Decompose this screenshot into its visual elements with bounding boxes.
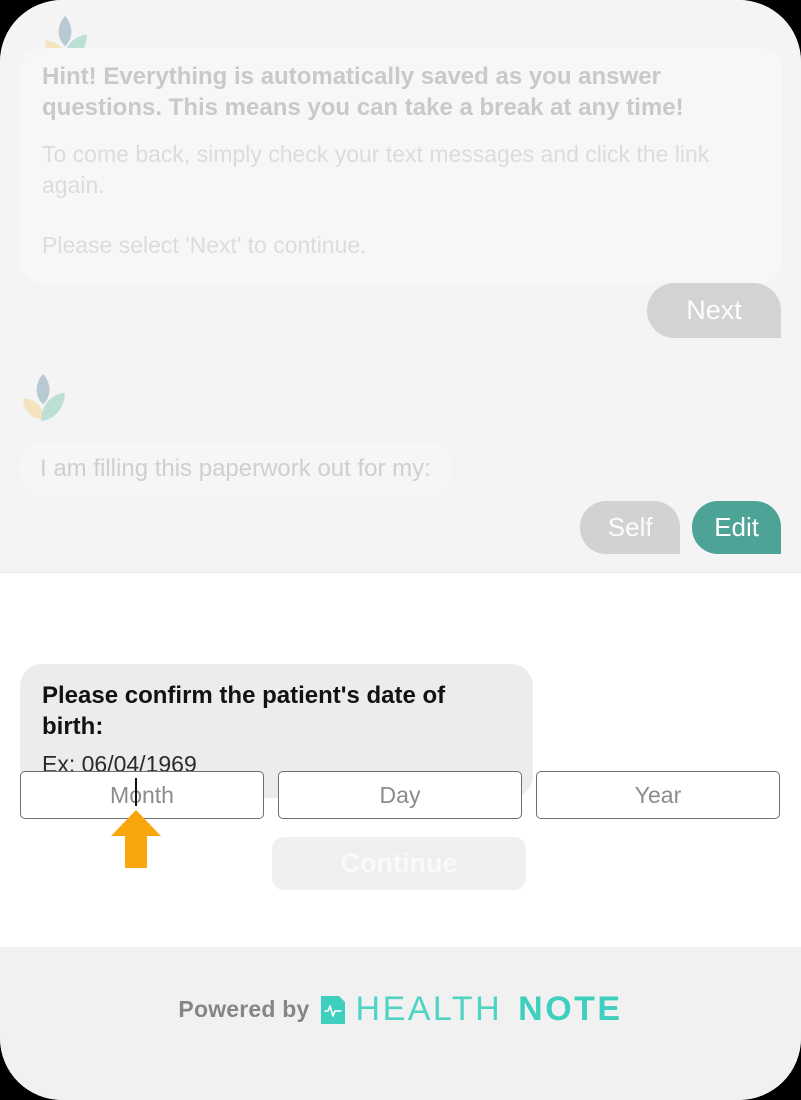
footer-branding: Powered by HEALTH NOTE: [0, 947, 801, 1100]
hint-spacer: [42, 202, 760, 230]
next-button[interactable]: Next: [647, 283, 781, 338]
chat-history-region: Hint! Everything is automatically saved …: [0, 0, 801, 572]
hint-line-1: To come back, simply check your text mes…: [42, 141, 710, 199]
answer-self-button[interactable]: Self: [580, 501, 681, 554]
up-arrow-pointer-icon: [111, 810, 161, 868]
next-button-row: Next: [647, 283, 781, 338]
continue-button[interactable]: Continue: [272, 837, 526, 890]
text-caret: [135, 778, 137, 806]
question-title: Please confirm the patient's date of bir…: [42, 682, 446, 741]
app-window: Hint! Everything is automatically saved …: [0, 0, 801, 1100]
footer-inner: Powered by HEALTH NOTE: [178, 990, 622, 1029]
hint-line-2: Please select 'Next' to continue.: [42, 231, 367, 258]
brand-word-health: HEALTH: [355, 990, 503, 1028]
health-note-leaf-icon: [20, 372, 68, 424]
powered-by-label: Powered by: [178, 996, 310, 1022]
year-input[interactable]: [536, 771, 780, 819]
previous-answer-row: Self Edit: [580, 501, 781, 554]
brand-word-note: NOTE: [518, 990, 623, 1028]
previous-question-bubble: I am filling this paperwork out for my:: [20, 443, 451, 495]
health-note-pulse-document-icon: [320, 995, 346, 1025]
active-question-card: Please confirm the patient's date of bir…: [0, 572, 801, 947]
day-input[interactable]: [278, 771, 522, 819]
hint-strong-text: Hint! Everything is automatically saved …: [42, 63, 684, 121]
edit-answer-button[interactable]: Edit: [692, 501, 781, 554]
hint-message-bubble: Hint! Everything is automatically saved …: [20, 48, 782, 283]
